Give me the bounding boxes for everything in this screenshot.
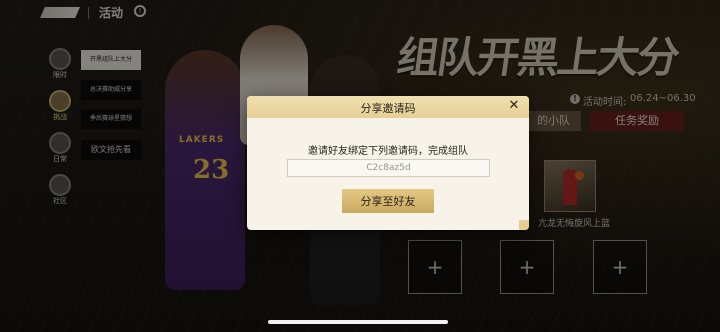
- dialog-corner-decoration: [519, 220, 529, 230]
- dialog-description: 邀请好友绑定下列邀请码，完成组队: [308, 146, 468, 157]
- share-invite-dialog: 分享邀请码 ✕ 邀请好友绑定下列邀请码，完成组队 分享至好友: [247, 96, 529, 230]
- share-to-friends-button[interactable]: 分享至好友: [342, 189, 434, 213]
- invite-code-field[interactable]: [287, 159, 490, 177]
- home-indicator[interactable]: [268, 320, 448, 324]
- close-icon[interactable]: ✕: [507, 99, 521, 113]
- dialog-header: 分享邀请码 ✕: [247, 96, 529, 118]
- dialog-title: 分享邀请码: [360, 102, 416, 115]
